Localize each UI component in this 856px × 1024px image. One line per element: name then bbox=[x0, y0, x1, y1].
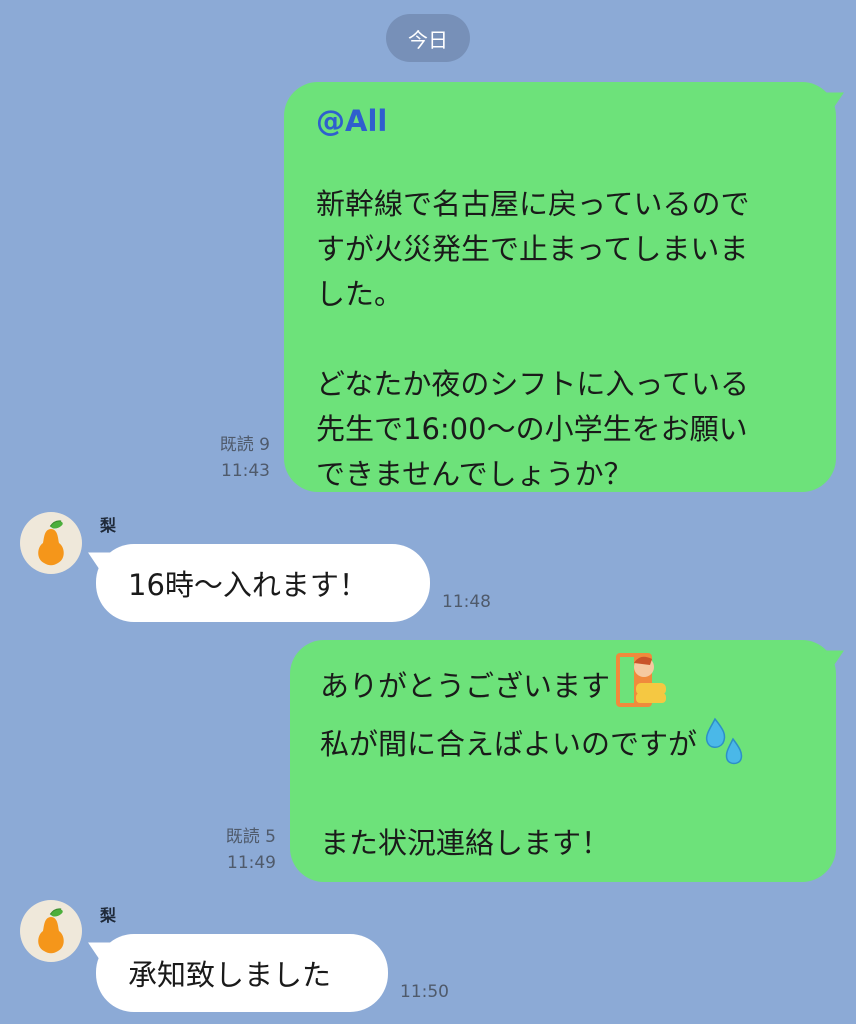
timestamp: 11:48 bbox=[442, 592, 491, 612]
message-bubble-incoming[interactable]: 承知致しました bbox=[96, 934, 388, 1012]
timestamp: 11:49 bbox=[227, 853, 276, 873]
message-line: ありがとうございます bbox=[320, 653, 836, 722]
message-line: 先生で16:00〜の小学生をお願い bbox=[316, 412, 748, 446]
read-count: 既読 5 bbox=[225, 827, 276, 847]
message-text: 16時〜入れます！ bbox=[128, 568, 368, 602]
read-receipt-m1: 既読 9 11:43 bbox=[180, 432, 270, 484]
message-line: した。 bbox=[316, 277, 404, 311]
message-bubble-incoming[interactable]: 16時〜入れます！ bbox=[96, 544, 430, 622]
bowing-person-emoji bbox=[616, 653, 667, 707]
sender-avatar[interactable] bbox=[20, 512, 82, 574]
read-count: 既読 9 bbox=[219, 435, 270, 455]
message-text: 私が間に合えばよいのですが bbox=[320, 727, 698, 761]
pear-icon bbox=[38, 908, 64, 954]
message-line: また状況連絡します！ bbox=[320, 826, 611, 860]
mention-all[interactable]: @All bbox=[316, 99, 836, 144]
message-bubble-outgoing[interactable]: @All 新幹線で名古屋に戻っているので すが火災発生で止まってしまいま した。… bbox=[284, 82, 836, 492]
message-bubble-outgoing[interactable]: ありがとうございます 私が間に合えばよいのですが また状況連絡します！ bbox=[290, 640, 836, 882]
date-separator: 今日 bbox=[386, 14, 470, 62]
read-receipt-m3: 既読 5 11:49 bbox=[186, 824, 276, 876]
message-line: 私が間に合えばよいのですが bbox=[320, 717, 836, 776]
sender-name: 梨 bbox=[100, 516, 117, 535]
message-text: ありがとうございます bbox=[320, 669, 611, 703]
message-line: 新幹線で名古屋に戻っているので bbox=[316, 187, 750, 221]
sender-avatar[interactable] bbox=[20, 900, 82, 962]
message-line: できませんでしょうか？ bbox=[316, 457, 633, 491]
message-text: 承知致しました bbox=[128, 958, 332, 992]
message-line: どなたか夜のシフトに入っている bbox=[316, 367, 749, 401]
timestamp: 11:43 bbox=[221, 461, 270, 481]
sweat-drops-emoji bbox=[705, 717, 743, 765]
sender-name: 梨 bbox=[100, 906, 117, 925]
message-line: すが火災発生で止まってしまいま bbox=[316, 232, 749, 266]
timestamp: 11:50 bbox=[400, 982, 449, 1002]
pear-icon bbox=[38, 520, 64, 566]
